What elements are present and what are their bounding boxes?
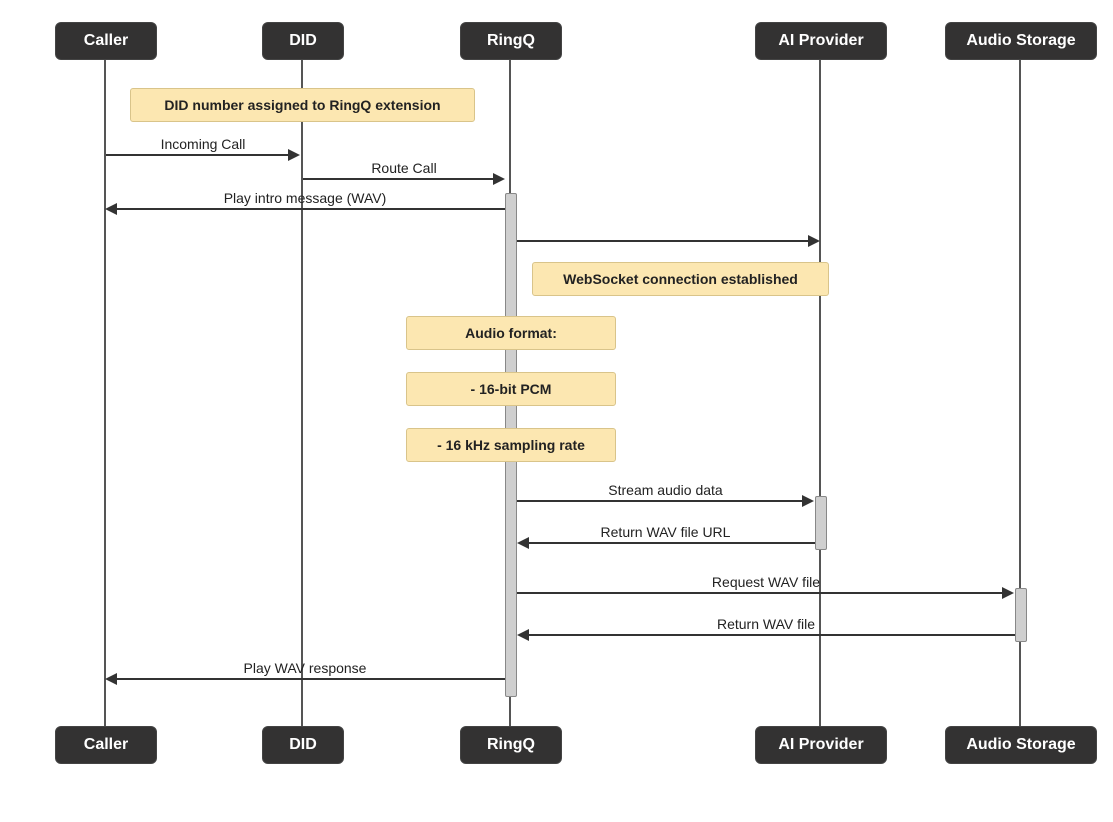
participant-label: DID bbox=[289, 736, 317, 753]
note-text: - 16-bit PCM bbox=[471, 381, 552, 397]
participant-label: RingQ bbox=[487, 32, 535, 49]
participant-ai-provider-bottom: AI Provider bbox=[755, 726, 887, 764]
msg-route-call-label: Route Call bbox=[302, 160, 506, 176]
arrow-head-icon bbox=[517, 537, 529, 549]
msg-ws-connect-arrow bbox=[517, 240, 810, 242]
participant-label: DID bbox=[289, 32, 317, 49]
note-text: DID number assigned to RingQ extension bbox=[164, 97, 440, 113]
label-text: Route Call bbox=[371, 160, 436, 176]
arrow-head-icon bbox=[493, 173, 505, 185]
arrow-head-icon bbox=[105, 673, 117, 685]
label-text: Incoming Call bbox=[161, 136, 246, 152]
note-sampling: - 16 kHz sampling rate bbox=[406, 428, 616, 462]
arrow-head-icon bbox=[802, 495, 814, 507]
arrow-head-icon bbox=[517, 629, 529, 641]
msg-return-wav-arrow bbox=[529, 634, 1015, 636]
participant-label: AI Provider bbox=[778, 736, 863, 753]
msg-return-wav-url-label: Return WAV file URL bbox=[517, 524, 814, 540]
arrow-head-icon bbox=[1002, 587, 1014, 599]
participant-did-top: DID bbox=[262, 22, 344, 60]
participant-caller-bottom: Caller bbox=[55, 726, 157, 764]
participant-label: AI Provider bbox=[778, 32, 863, 49]
participant-ai-provider-top: AI Provider bbox=[755, 22, 887, 60]
msg-stream-audio-arrow bbox=[517, 500, 804, 502]
note-did-assigned: DID number assigned to RingQ extension bbox=[130, 88, 475, 122]
arrow-head-icon bbox=[288, 149, 300, 161]
note-audio-format: Audio format: bbox=[406, 316, 616, 350]
participant-ringq-top: RingQ bbox=[460, 22, 562, 60]
participant-did-bottom: DID bbox=[262, 726, 344, 764]
msg-play-wav-response-arrow bbox=[117, 678, 505, 680]
participant-label: Caller bbox=[84, 32, 128, 49]
note-text: WebSocket connection established bbox=[563, 271, 798, 287]
msg-stream-audio-label: Stream audio data bbox=[517, 482, 814, 498]
participant-label: Caller bbox=[84, 736, 128, 753]
label-text: Return WAV file bbox=[717, 616, 815, 632]
lifeline-did bbox=[301, 58, 303, 726]
participant-ringq-bottom: RingQ bbox=[460, 726, 562, 764]
activation-audio-storage bbox=[1015, 588, 1027, 642]
participant-label: Audio Storage bbox=[966, 736, 1075, 753]
msg-play-wav-response-label: Play WAV response bbox=[105, 660, 505, 676]
participant-audio-storage-bottom: Audio Storage bbox=[945, 726, 1097, 764]
sequence-diagram: Caller DID RingQ AI Provider Audio Stora… bbox=[0, 0, 1113, 822]
msg-request-wav-label: Request WAV file bbox=[517, 574, 1015, 590]
msg-incoming-call-arrow bbox=[106, 154, 290, 156]
arrow-head-icon bbox=[808, 235, 820, 247]
msg-route-call-arrow bbox=[303, 178, 495, 180]
lifeline-caller bbox=[104, 58, 106, 726]
participant-audio-storage-top: Audio Storage bbox=[945, 22, 1097, 60]
label-text: Return WAV file URL bbox=[601, 524, 731, 540]
label-text: Play intro message (WAV) bbox=[224, 190, 387, 206]
msg-play-intro-label: Play intro message (WAV) bbox=[105, 190, 505, 206]
label-text: Stream audio data bbox=[608, 482, 722, 498]
msg-request-wav-arrow bbox=[517, 592, 1004, 594]
activation-ai-provider bbox=[815, 496, 827, 550]
msg-incoming-call-label: Incoming Call bbox=[105, 136, 301, 152]
msg-play-intro-arrow bbox=[117, 208, 505, 210]
msg-return-wav-label: Return WAV file bbox=[517, 616, 1015, 632]
participant-label: Audio Storage bbox=[966, 32, 1075, 49]
msg-return-wav-url-arrow bbox=[529, 542, 815, 544]
note-text: - 16 kHz sampling rate bbox=[437, 437, 585, 453]
note-pcm: - 16-bit PCM bbox=[406, 372, 616, 406]
participant-label: RingQ bbox=[487, 736, 535, 753]
note-ws-established: WebSocket connection established bbox=[532, 262, 829, 296]
label-text: Play WAV response bbox=[244, 660, 367, 676]
note-text: Audio format: bbox=[465, 325, 557, 341]
participant-caller-top: Caller bbox=[55, 22, 157, 60]
arrow-head-icon bbox=[105, 203, 117, 215]
label-text: Request WAV file bbox=[712, 574, 820, 590]
